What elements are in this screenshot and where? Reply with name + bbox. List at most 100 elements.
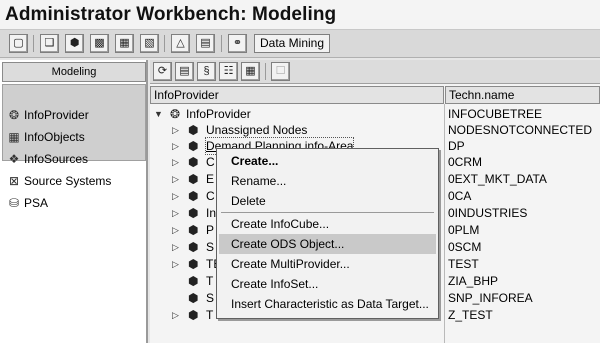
nav-item-source-systems[interactable]: ⊠ Source Systems [4,171,144,191]
infosources-icon: ❖ [8,152,20,166]
tree-row-tech: 0EXT_MKT_DATA [448,172,547,186]
window-title: Administrator Workbench: Modeling [5,4,337,25]
expand-arrow-icon[interactable]: ▷ [172,188,179,204]
modeling-pane: Modeling ❂ InfoProvider ▦ InfoObjects ❖ … [0,60,148,343]
tree-row-tech: NODESNOTCONNECTED [448,123,593,137]
infoarea-icon: ⬢ [188,240,199,254]
context-menu: Create... Rename... Delete Create InfoCu… [216,148,439,319]
infoarea-icon: ⬢ [188,223,199,237]
chain-icon[interactable]: ⚭ [228,34,247,53]
tree-row-tech: 0SCM [448,240,482,254]
tree-row-label: C [206,155,215,169]
nav-item-label: InfoObjects [24,130,85,144]
infoarea-icon: ⬢ [188,257,199,271]
menu-item-create[interactable]: Create... [219,151,436,171]
infoarea-icon: ⬢ [188,139,199,153]
infoarea-icon: ⬢ [188,155,199,169]
menu-item-insert-characteristic[interactable]: Insert Characteristic as Data Target... [219,294,436,314]
expand-arrow-icon[interactable]: ▷ [172,205,179,221]
tree-row-label: S [206,240,215,254]
infoprovider-icon: ❂ [170,107,181,121]
toolbar-separator [221,35,222,52]
nav-item-label: PSA [24,196,49,210]
tree-icon[interactable]: △ [171,34,190,53]
tree-row-tech: INFOCUBETREE [448,107,543,121]
tree-row-tech: SNP_INFOREA [448,291,533,305]
tree-row-label: In [206,206,217,220]
expand-arrow-icon[interactable]: ▷ [172,239,179,255]
expand-arrow-icon[interactable]: ▷ [172,307,179,323]
tree-row-label: Unassigned Nodes [206,123,308,137]
toolbar-separator [33,35,34,52]
disabled-tool-icon[interactable]: ☐ [271,62,290,81]
expand-arrow-icon[interactable]: ▷ [172,171,179,187]
tree-row-tech: 0PLM [448,223,480,237]
find-icon[interactable]: ☷ [219,62,238,81]
infoarea-icon: ⬢ [188,189,199,203]
infoarea-icon: ⬢ [188,274,199,288]
modeling-header[interactable]: Modeling [2,62,146,82]
tree-row-root[interactable]: ▼ ❂ InfoProvider INFOCUBETREE [150,106,600,122]
nav-item-label: InfoProvider [24,108,89,122]
infoobjects-icon: ▦ [8,130,20,144]
tree-row-tech: ZIA_BHP [448,274,499,288]
tree-row-label: E [206,172,215,186]
expand-arrow-icon[interactable]: ▷ [172,154,179,170]
tree-row-tech: Z_TEST [448,308,493,322]
screen-icon[interactable]: ▢ [9,34,28,53]
tree-row-label: T [206,274,214,288]
tree-row-label: C [206,189,215,203]
tree-row-tech: 0CA [448,189,472,203]
nav-item-label: Source Systems [24,174,112,188]
expand-arrow-icon[interactable]: ▷ [172,256,179,272]
cube-small-icon[interactable]: ▩ [90,34,109,53]
column-header-techn-name[interactable]: Techn.name [445,86,600,104]
cube-group-icon[interactable]: ❑ [40,34,59,53]
tree-row-label: InfoProvider [186,107,251,121]
tree-row-label: T [206,308,214,322]
data-mining-button[interactable]: Data Mining [254,34,331,53]
expand-arrow-icon[interactable]: ▷ [172,122,179,138]
tree-row[interactable]: ▷ ⬢ Unassigned Nodes NODESNOTCONNECTED [150,122,600,138]
tree-row-tech: DP [448,139,465,153]
psa-icon: ⛁ [8,196,20,210]
menu-item-delete[interactable]: Delete [219,191,436,211]
nav-item-psa[interactable]: ⛁ PSA [4,193,144,213]
menu-separator [221,212,434,213]
tree-toolbar: ⟳ ▤ § ☷ ▦ ☐ [150,60,600,84]
nav-item-infosources[interactable]: ❖ InfoSources [4,149,144,169]
expand-arrow-icon[interactable]: ▷ [172,138,179,154]
collapse-arrow-icon[interactable]: ▼ [154,106,163,122]
tree-row-label: S [206,291,215,305]
cube-icon[interactable]: ⬢ [65,34,84,53]
toolbar-separator [164,35,165,52]
source-systems-icon: ⊠ [8,174,20,188]
column-header-infoprovider[interactable]: InfoProvider [150,86,444,104]
menu-item-create-infoset[interactable]: Create InfoSet... [219,274,436,294]
details-icon[interactable]: ▤ [175,62,194,81]
toolbar-separator [265,63,266,80]
tree-row-tech: 0INDUSTRIES [448,206,528,220]
nav-item-label: InfoSources [24,152,89,166]
infoarea-icon: ⬢ [188,308,199,322]
tree-row-tech: 0CRM [448,155,483,169]
title-bar: Administrator Workbench: Modeling [0,0,600,30]
nav-item-infoprovider[interactable]: ❂ InfoProvider [4,105,144,125]
settings-icon[interactable]: § [197,62,216,81]
tree-row-tech: TEST [448,257,479,271]
menu-item-create-ods-object[interactable]: Create ODS Object... [219,234,436,254]
menu-item-create-infocube[interactable]: Create InfoCube... [219,214,436,234]
infoarea-icon: ⬢ [188,172,199,186]
cube-grid-icon[interactable]: ▧ [140,34,159,53]
grid-icon[interactable]: ▦ [241,62,260,81]
expand-arrow-icon[interactable]: ▷ [172,222,179,238]
infoarea-icon: ⬢ [188,206,199,220]
application-toolbar: ▢ ❑ ⬢ ▩ ▦ ▧ △ ▤ ⚭ Data Mining [0,30,600,58]
table-icon[interactable]: ▦ [115,34,134,53]
nav-item-infoobjects[interactable]: ▦ InfoObjects [4,127,144,147]
document-icon[interactable]: ▤ [196,34,215,53]
infoarea-icon: ⬢ [188,123,199,137]
menu-item-rename[interactable]: Rename... [219,171,436,191]
menu-item-create-multiprovider[interactable]: Create MultiProvider... [219,254,436,274]
refresh-icon[interactable]: ⟳ [153,62,172,81]
